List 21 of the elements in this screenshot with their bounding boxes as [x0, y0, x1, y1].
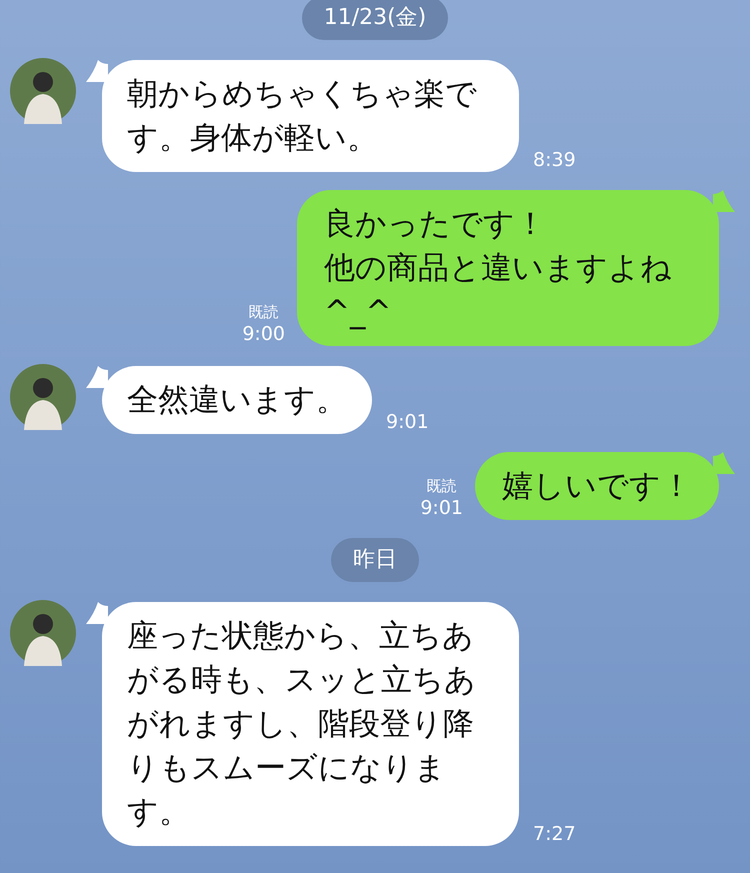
message-bubble: 朝からめちゃくちゃ楽です。身体が軽い。 [102, 60, 519, 172]
date-label: 昨日 [331, 538, 419, 582]
message-text: 嬉しいです！ [502, 467, 692, 506]
bubble-tail [86, 60, 108, 82]
message-text: 他の商品と違いますよね^_^ [324, 249, 673, 332]
bubble-tail [86, 366, 108, 388]
avatar[interactable] [10, 600, 76, 666]
message-text: 良かったです！ [324, 205, 547, 244]
read-label: 既読 [248, 302, 279, 322]
message-time: 7:27 [533, 822, 576, 846]
read-label: 既読 [426, 476, 457, 496]
bubble-tail [86, 602, 108, 624]
message-time: 8:39 [533, 148, 576, 172]
message-bubble: 座った状態から、立ちあがる時も、スッと立ちあがれますし、階段登り降りもスムーズになります。 [102, 602, 519, 846]
message-time: 9:01 [386, 410, 429, 434]
message-time: 9:00 [242, 322, 285, 346]
message-time: 9:01 [420, 496, 463, 520]
date-label: 11/23(金) [302, 0, 448, 40]
avatar[interactable] [10, 364, 76, 430]
avatar[interactable] [10, 58, 76, 124]
message-bubble: 全然違います。 [102, 366, 372, 434]
